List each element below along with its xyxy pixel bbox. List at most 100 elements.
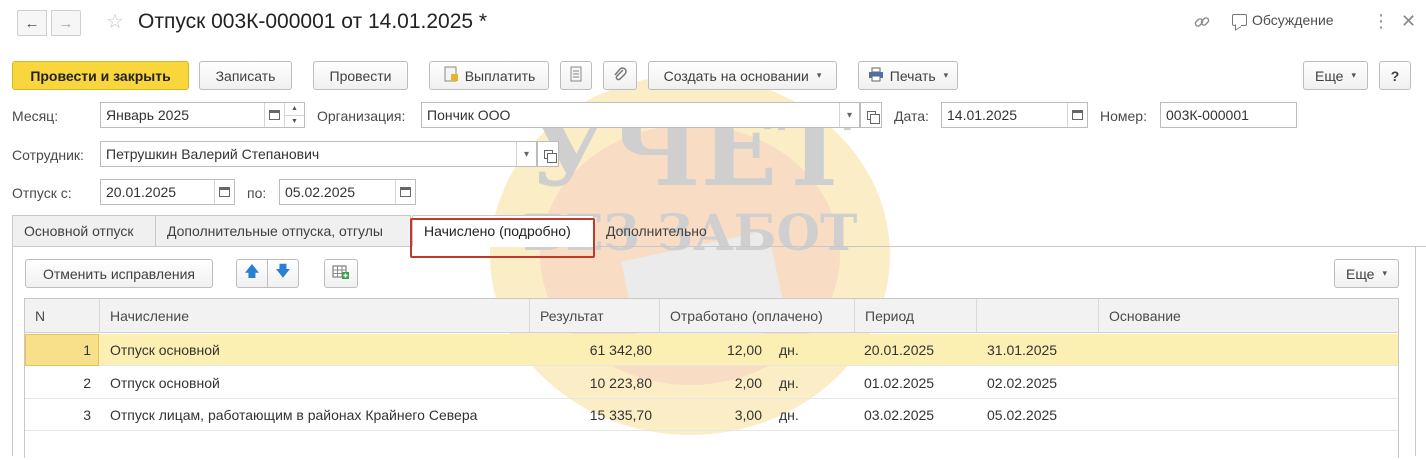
calendar-icon xyxy=(1072,110,1083,120)
attach-button[interactable] xyxy=(603,61,637,90)
calendar-icon xyxy=(400,187,411,197)
fill-table-button[interactable] xyxy=(324,259,358,288)
create-based-on-button[interactable]: Создать на основании ▾ xyxy=(648,61,837,90)
column-header-basis[interactable]: Основание xyxy=(1099,299,1400,333)
save-button[interactable]: Записать xyxy=(199,61,292,90)
row-unit: дн. xyxy=(779,407,799,423)
forward-button[interactable]: → xyxy=(51,10,81,36)
row-period-from: 20.01.2025 xyxy=(864,342,935,358)
caret-down-icon: ▾ xyxy=(1351,70,1357,80)
pay-label: Выплатить xyxy=(464,67,536,84)
number-value: 003К-000001 xyxy=(1166,107,1249,123)
caret-down-icon: ▾ xyxy=(943,70,949,80)
dropdown-button[interactable]: ▾ xyxy=(839,103,859,127)
cancel-corrections-button[interactable]: Отменить исправления xyxy=(25,259,213,288)
favorite-star-icon[interactable]: ☆ xyxy=(106,10,124,34)
open-icon xyxy=(866,110,880,124)
row-accrual: Отпуск лицам, работающим в районах Крайн… xyxy=(110,407,478,423)
help-button[interactable]: ? xyxy=(1379,61,1411,90)
date-field[interactable]: 14.01.2025 xyxy=(941,102,1088,128)
column-header-result[interactable]: Результат xyxy=(530,299,660,333)
calendar-icon xyxy=(269,110,280,120)
more-button[interactable]: Еще ▾ xyxy=(1303,61,1368,90)
employee-label: Сотрудник: xyxy=(12,147,84,163)
spin-down-icon[interactable]: ▼ xyxy=(285,114,304,128)
column-header-period[interactable]: Период xyxy=(855,299,977,333)
open-organization-button[interactable] xyxy=(860,102,882,128)
tab-additional[interactable]: Дополнительно xyxy=(594,215,734,247)
row-accrual: Отпуск основной xyxy=(110,375,220,391)
row-period-from: 03.02.2025 xyxy=(864,407,935,423)
paperclip-icon xyxy=(612,66,628,85)
column-header-n[interactable]: N xyxy=(25,299,100,333)
row-worked: 3,00 xyxy=(734,407,762,423)
tab-accrued-detailed[interactable]: Начислено (подробно) xyxy=(412,215,594,247)
organization-field[interactable]: Пончик ООО ▾ xyxy=(421,102,860,128)
calendar-button[interactable] xyxy=(395,180,415,204)
print-label: Печать xyxy=(889,67,936,84)
tab-main-vacation[interactable]: Основной отпуск xyxy=(12,215,156,247)
close-icon[interactable]: ✕ xyxy=(1401,11,1416,31)
caret-down-icon: ▾ xyxy=(816,70,822,80)
move-up-button[interactable]: 🡅 xyxy=(236,259,268,288)
move-down-button[interactable]: 🡇 xyxy=(267,259,299,288)
date-label: Дата: xyxy=(894,108,929,124)
calendar-button[interactable] xyxy=(264,103,284,127)
create-based-on-label: Создать на основании xyxy=(663,67,809,84)
tab-additional-vacations[interactable]: Дополнительные отпуска, отгулы xyxy=(155,215,411,247)
pay-icon xyxy=(443,66,459,85)
dropdown-button[interactable]: ▾ xyxy=(516,142,536,166)
calendar-button[interactable] xyxy=(214,180,234,204)
pay-button[interactable]: Выплатить xyxy=(429,61,549,90)
row-result: 10 223,80 xyxy=(589,375,652,391)
link-icon[interactable] xyxy=(1193,13,1211,36)
month-value: Январь 2025 xyxy=(106,107,190,123)
chat-icon xyxy=(1232,14,1247,26)
row-worked: 12,00 xyxy=(726,342,762,358)
panel-more-label: Еще xyxy=(1345,265,1375,282)
month-label: Месяц: xyxy=(12,108,59,124)
table-add-icon xyxy=(332,264,350,284)
arrow-left-icon: ← xyxy=(24,14,40,32)
calendar-icon xyxy=(219,187,230,197)
open-employee-button[interactable] xyxy=(537,141,559,167)
vacation-to-value: 05.02.2025 xyxy=(285,184,356,200)
table-row[interactable]: 1 Отпуск основной 61 342,80 12,00 дн. 20… xyxy=(25,334,1398,366)
vacation-to-label: по: xyxy=(247,185,267,201)
printer-icon xyxy=(868,67,884,85)
table-row[interactable]: 3 Отпуск лицам, работающим в районах Кра… xyxy=(25,399,1398,431)
vacation-from-field[interactable]: 20.01.2025 xyxy=(100,179,235,205)
back-button[interactable]: ← xyxy=(17,10,47,36)
month-field[interactable]: Январь 2025 ▲ ▼ xyxy=(100,102,305,128)
vacation-to-field[interactable]: 05.02.2025 xyxy=(279,179,416,205)
month-spinner[interactable]: ▲ ▼ xyxy=(284,103,304,127)
row-number: 3 xyxy=(83,407,91,423)
more-label: Еще xyxy=(1314,67,1344,84)
post-button[interactable]: Провести xyxy=(313,61,408,90)
row-unit: дн. xyxy=(779,375,799,391)
caret-down-icon: ▾ xyxy=(1382,268,1388,278)
row-period-from: 01.02.2025 xyxy=(864,375,935,391)
row-number: 2 xyxy=(83,375,91,391)
arrow-up-icon: 🡅 xyxy=(244,263,260,280)
calendar-button[interactable] xyxy=(1067,103,1087,127)
number-field[interactable]: 003К-000001 xyxy=(1160,102,1297,128)
vacation-from-value: 20.01.2025 xyxy=(106,184,177,200)
post-and-close-button[interactable]: Провести и закрыть xyxy=(12,61,189,90)
more-vertical-icon[interactable]: ⋮ xyxy=(1372,12,1390,30)
panel-more-button[interactable]: Еще ▾ xyxy=(1334,259,1399,288)
arrow-right-icon: → xyxy=(58,14,74,32)
column-header-accrual[interactable]: Начисление xyxy=(100,299,530,333)
report-button[interactable] xyxy=(560,61,592,90)
spin-up-icon[interactable]: ▲ xyxy=(285,103,304,115)
table-row[interactable]: 2 Отпуск основной 10 223,80 2,00 дн. 01.… xyxy=(25,367,1398,399)
discussion-button[interactable]: Обсуждение xyxy=(1232,12,1334,28)
column-header-worked[interactable]: Отработано (оплачено) xyxy=(660,299,855,333)
organization-value: Пончик ООО xyxy=(427,107,511,123)
row-result: 61 342,80 xyxy=(589,342,652,358)
column-header-period-end[interactable] xyxy=(977,299,1099,333)
print-button[interactable]: Печать ▾ xyxy=(858,61,958,90)
caret-down-icon: ▾ xyxy=(523,148,530,160)
employee-field[interactable]: Петрушкин Валерий Степанович ▾ xyxy=(100,141,537,167)
number-label: Номер: xyxy=(1100,108,1147,124)
